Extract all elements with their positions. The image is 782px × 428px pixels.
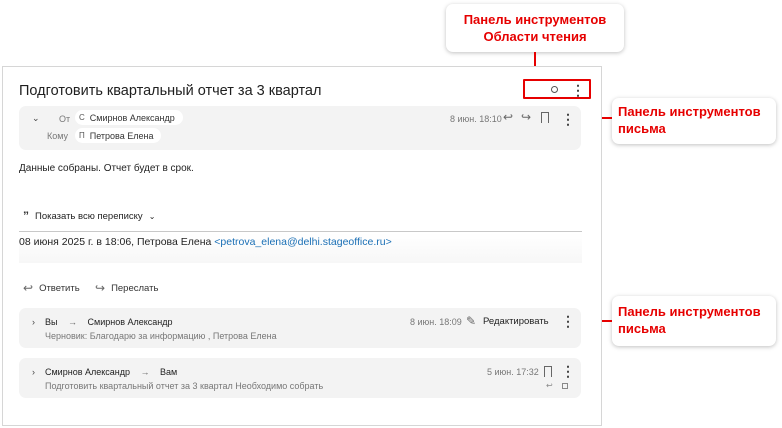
forward-icon[interactable]: ↪ — [521, 110, 531, 124]
message-body: Данные собраны. Отчет будет в срок. — [19, 163, 194, 174]
quoted-header: 08 июня 2025 г. в 18:06, Петрова Елена <… — [19, 236, 392, 248]
callout-text: Панель инструментов письма — [618, 104, 761, 136]
reply-label: Ответить — [39, 282, 80, 294]
reply-all-icon[interactable]: ↩ — [503, 110, 513, 124]
reading-pane: Подготовить квартальный отчет за 3 кварт… — [2, 66, 602, 426]
arrow-right-icon: → — [140, 367, 150, 377]
thread-participants: Вы → Смирнов Александр — [45, 317, 173, 327]
callout-message-toolbar-1: Панель инструментов письма — [612, 98, 776, 144]
attachment-small-icon — [562, 383, 568, 389]
quoted-email-link[interactable]: <petrova_elena@delhi.stageoffice.ru> — [214, 236, 391, 248]
thread-from: Смирнов Александр — [45, 367, 131, 377]
callout-text: Панель инструментов Области чтения — [463, 12, 607, 44]
reply-small-icon: ↩ — [546, 381, 553, 390]
bookmark-icon[interactable] — [541, 112, 549, 123]
thread-preview: Черновик: Благодарю за информацию , Петр… — [45, 331, 277, 341]
thread-to: Вам — [160, 367, 178, 377]
message-subject: Подготовить квартальный отчет за 3 кварт… — [19, 83, 322, 99]
pencil-icon[interactable]: ✎ — [466, 314, 476, 328]
thread-item[interactable]: › Вы → Смирнов Александр Черновик: Благо… — [19, 308, 581, 348]
message-date: 8 июн. 18:10 — [450, 114, 502, 124]
thread-preview: Подготовить квартальный отчет за 3 кварт… — [45, 381, 324, 391]
from-label: От — [59, 114, 71, 124]
thread-date: 5 июн. 17:32 — [487, 367, 539, 377]
callout-reading-toolbar: Панель инструментов Области чтения — [446, 4, 624, 52]
quoted-header-text: 08 июня 2025 г. в 18:06, Петрова Елена — [19, 236, 215, 248]
thread-participants: Смирнов Александр → Вам — [45, 367, 177, 377]
more-vertical-icon[interactable]: ⋮ — [561, 314, 575, 328]
recipient-name: Петрова Елена — [89, 130, 154, 141]
callout-message-toolbar-2: Панель инструментов письма — [612, 296, 776, 346]
avatar: П — [79, 131, 85, 140]
callout-text: Панель инструментов письма — [618, 304, 761, 336]
forward-icon: ↪ — [95, 281, 106, 295]
arrow-right-icon: → — [68, 317, 77, 327]
show-thread-label: Показать всю переписку — [35, 210, 143, 222]
more-vertical-icon[interactable]: ⋮ — [561, 364, 575, 378]
divider — [19, 231, 582, 232]
chevron-down-icon[interactable]: ⌄ — [32, 113, 40, 124]
chevron-right-icon[interactable]: › — [32, 367, 35, 377]
circle-icon[interactable] — [551, 86, 558, 93]
sender-chip[interactable]: С Смирнов Александр — [75, 110, 183, 125]
to-label: Кому — [47, 131, 69, 141]
more-vertical-icon[interactable]: ⋮ — [571, 83, 585, 97]
quote-icon: ” — [23, 209, 29, 223]
reply-icon: ↩ — [23, 281, 34, 295]
message-header[interactable]: ⌄ От С Смирнов Александр Кому П Петрова … — [19, 106, 581, 150]
more-vertical-icon[interactable]: ⋮ — [561, 112, 575, 126]
edit-button[interactable]: Редактировать — [483, 316, 549, 327]
recipient-chip[interactable]: П Петрова Елена — [75, 128, 162, 143]
avatar: С — [79, 113, 85, 122]
chevron-right-icon[interactable]: › — [32, 317, 35, 327]
thread-from: Вы — [45, 317, 58, 327]
forward-label: Переслать — [111, 282, 159, 294]
forward-button[interactable]: ↪ Переслать — [95, 281, 158, 295]
chevron-down-icon: ⌄ — [148, 211, 156, 221]
thread-item[interactable]: › Смирнов Александр → Вам Подготовить кв… — [19, 358, 581, 398]
reply-button[interactable]: ↩ Ответить — [23, 281, 80, 295]
thread-to: Смирнов Александр — [87, 317, 173, 327]
bookmark-icon[interactable] — [544, 366, 552, 377]
sender-name: Смирнов Александр — [89, 112, 175, 123]
thread-date: 8 июн. 18:09 — [410, 317, 462, 327]
show-thread-button[interactable]: ” Показать всю переписку ⌄ — [23, 209, 155, 223]
